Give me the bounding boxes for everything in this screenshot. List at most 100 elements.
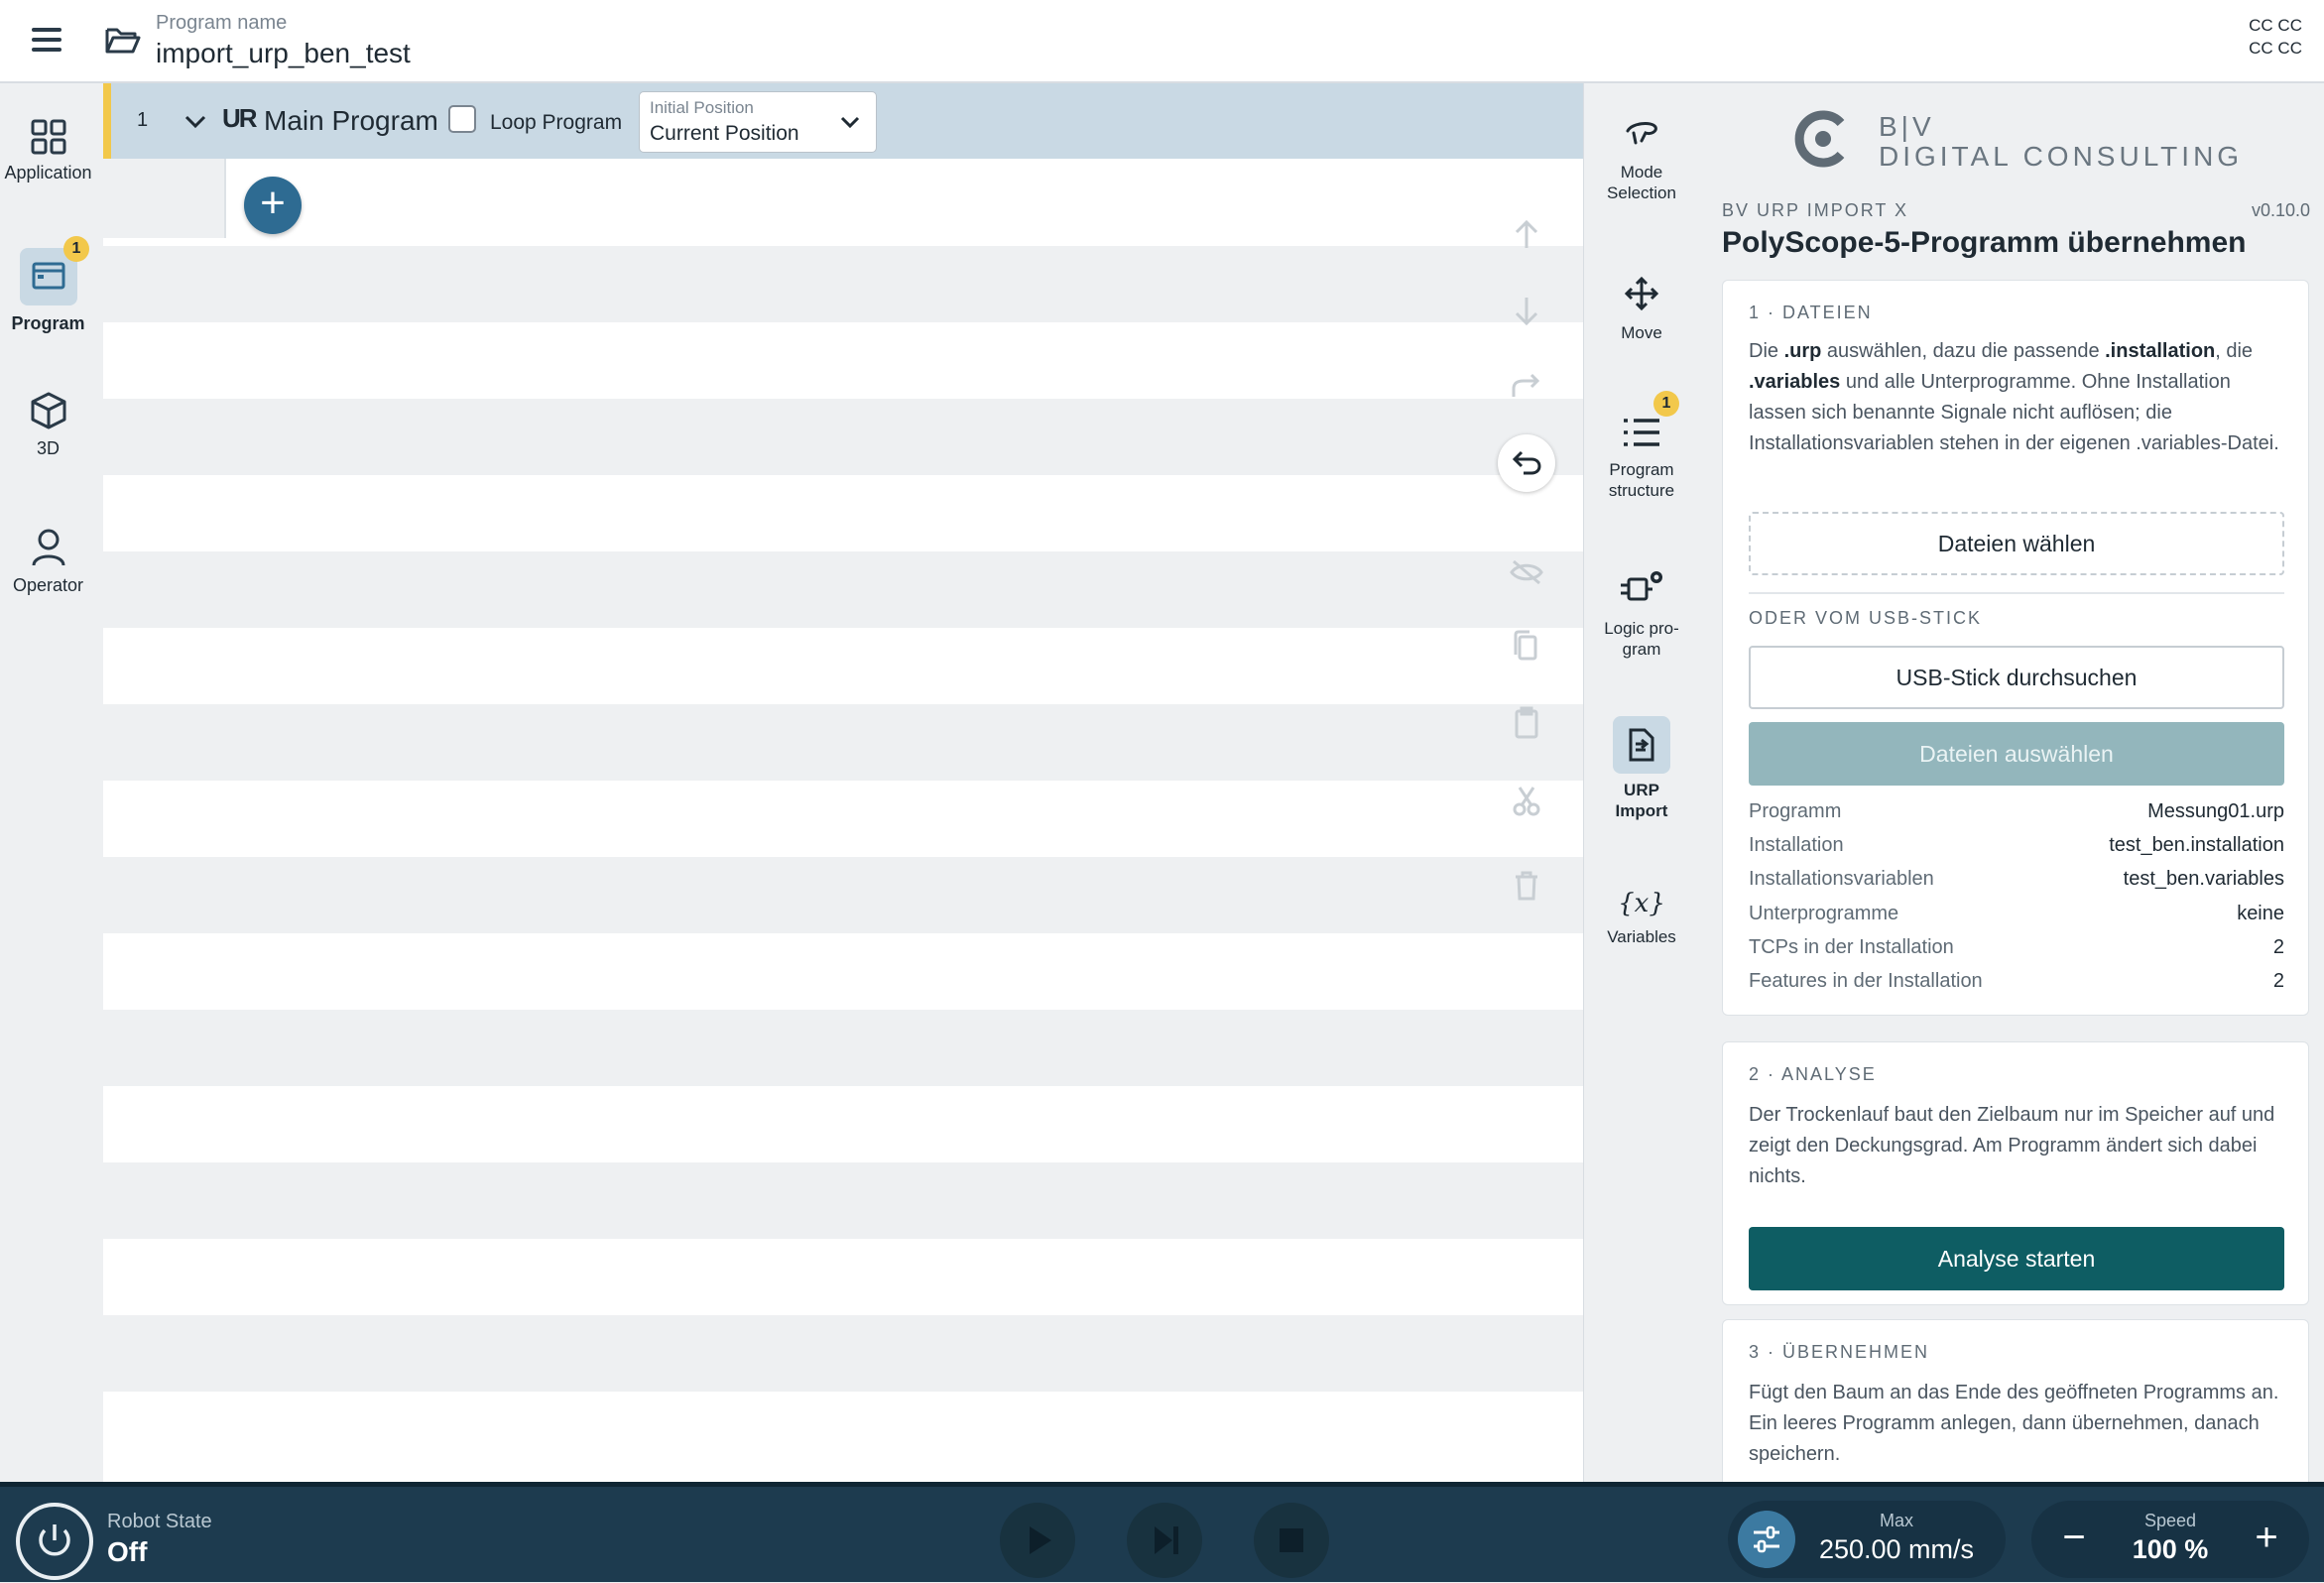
chevron-down-icon[interactable] (181, 107, 210, 137)
function-rail: Mode Selection Move 1 Program structure Lo… (1583, 83, 1698, 1482)
bottom-status-bar: Robot State Off Max 250.00 mm/s Speed 10… (0, 1482, 2324, 1582)
cut-button[interactable] (1498, 772, 1555, 829)
file-info-value: 2 (2272, 970, 2284, 992)
initial-position-label: Initial Position (650, 98, 754, 117)
loop-program-label[interactable]: Loop Program (490, 111, 622, 135)
select-files-button[interactable]: Dateien auswählen (1749, 722, 2284, 786)
undo-icon (1512, 450, 1541, 475)
step-forward-icon (1155, 1526, 1178, 1554)
cc-line-1: CC CC (2249, 16, 2302, 35)
text-part: auswählen, dazu die passende (1821, 340, 2106, 362)
file-info-value: Messung01.urp (2147, 800, 2284, 822)
text-part-bold: .variables (1749, 371, 1841, 393)
initial-position-dropdown[interactable]: Initial Position Current Position (639, 91, 877, 153)
text-part: , die (2215, 340, 2254, 362)
plugin-name: BV URP IMPORT X (1722, 200, 1909, 220)
rail-item-mode-selection[interactable]: Mode Selection (1584, 117, 1699, 203)
copy-button[interactable] (1498, 619, 1555, 676)
nav-item-program[interactable]: 1 Program (0, 236, 96, 334)
speed-decrease-button[interactable]: − (2049, 1515, 2099, 1564)
trash-icon (1516, 871, 1537, 901)
power-icon (39, 1524, 70, 1556)
step-button[interactable] (1127, 1503, 1202, 1578)
file-info-row: Features in der Installation 2 (1749, 970, 2284, 1004)
file-info-key: Programm (1749, 800, 1842, 822)
hand-icon (1626, 122, 1657, 145)
urp-import-panel: B|V DIGITAL CONSULTING BV URP IMPORT X v… (1698, 83, 2324, 1482)
max-value: 250.00 mm/s (1818, 1534, 1975, 1564)
arrow-up-icon (1515, 219, 1538, 248)
rail-item-program-structure[interactable]: 1 Program structure (1584, 391, 1699, 501)
line-number: 1 (137, 109, 149, 131)
brand-line-2: DIGITAL CONSULTING (1879, 141, 2244, 172)
open-folder-icon[interactable] (103, 22, 143, 58)
files-section-card: 1 · DATEIEN Die .urp auswählen, dazu die… (1722, 280, 2309, 1016)
nav-item-application[interactable]: Application (0, 119, 96, 183)
delete-button[interactable] (1498, 857, 1555, 914)
rail-item-move[interactable]: Move (1584, 276, 1699, 343)
file-info-row: Unterprogramme keine (1749, 903, 2284, 936)
empty-row (103, 857, 1583, 933)
brand-line-1: B|V (1879, 111, 1935, 142)
robot-state-value: Off (107, 1536, 148, 1567)
urp-import-highlight (1613, 716, 1670, 774)
person-icon (32, 529, 64, 566)
speed-increase-button[interactable]: + (2242, 1515, 2291, 1564)
paste-button[interactable] (1498, 694, 1555, 752)
text-part: Die (1749, 340, 1784, 362)
hide-node-button[interactable] (1498, 544, 1555, 601)
copy-icon (1514, 630, 1537, 661)
redo-icon (1512, 373, 1540, 397)
files-section-description: Die .urp auswählen, dazu die passende .i… (1749, 336, 2284, 459)
rail-item-variables[interactable]: {x} Variables (1584, 887, 1699, 947)
stop-button[interactable] (1254, 1503, 1329, 1578)
choose-files-button[interactable]: Dateien wählen (1749, 512, 2284, 575)
move-arrows-icon (1624, 276, 1659, 311)
divider (1749, 592, 2284, 594)
list-icon (1624, 419, 1659, 446)
empty-row (103, 551, 1583, 628)
start-analysis-button[interactable]: Analyse starten (1749, 1227, 2284, 1290)
rail-label-line1: URP (1624, 781, 1659, 799)
empty-row (103, 1315, 1583, 1392)
robot-state-label: Robot State (107, 1511, 212, 1532)
redo-button[interactable] (1498, 359, 1555, 417)
program-badge: 1 (63, 236, 89, 262)
logic-icon (1621, 571, 1662, 601)
play-icon (1030, 1526, 1051, 1554)
file-info-row: Installationsvariablen test_ben.variables (1749, 868, 2284, 902)
section-title: 1 · DATEIEN (1749, 303, 1873, 322)
usb-browse-button[interactable]: USB-Stick durchsuchen (1749, 646, 2284, 709)
apply-description: Fügt den Baum an das Ende des geöffneten… (1749, 1382, 2279, 1465)
file-info-value: 2 (2272, 936, 2284, 958)
file-info-value: test_ben.installation (2109, 834, 2284, 856)
file-info-value: keine (2237, 903, 2284, 924)
add-node-button[interactable]: + (244, 177, 302, 234)
left-navigation: Application 1 Program 3D Operator (0, 83, 96, 1482)
empty-row (103, 1162, 1583, 1239)
program-structure-badge: 1 (1653, 391, 1679, 417)
main-program-title: Main Program (264, 105, 438, 136)
import-document-icon (1629, 728, 1654, 762)
nav-item-3d[interactable]: 3D (0, 391, 96, 459)
rail-label-line1: Variables (1607, 927, 1676, 946)
play-button[interactable] (1000, 1503, 1075, 1578)
hamburger-menu-icon[interactable] (22, 20, 71, 60)
move-up-button[interactable] (1498, 206, 1555, 264)
move-down-button[interactable] (1498, 282, 1555, 339)
rail-label-line1: Logic pro- (1604, 619, 1679, 638)
undo-button[interactable] (1498, 434, 1555, 492)
rail-item-logic-program[interactable]: Logic pro-gram (1584, 569, 1699, 660)
ur-logo-icon: UR (222, 103, 258, 133)
section-title: 2 · ANALYSE (1749, 1064, 1877, 1084)
nav-label: Operator (12, 575, 84, 595)
program-name[interactable]: import_urp_ben_test (156, 38, 411, 69)
nav-label: Application (4, 163, 92, 183)
max-label: Max (1879, 1511, 1913, 1530)
nav-item-operator[interactable]: Operator (0, 528, 96, 596)
loop-program-checkbox[interactable] (448, 105, 476, 133)
main-program-row[interactable]: 1 UR Main Program Loop Program Initial P… (103, 83, 1583, 159)
max-speed-control[interactable]: Max 250.00 mm/s (1728, 1501, 2006, 1578)
power-button[interactable] (16, 1503, 93, 1580)
rail-item-urp-import[interactable]: URP Import (1584, 716, 1699, 821)
